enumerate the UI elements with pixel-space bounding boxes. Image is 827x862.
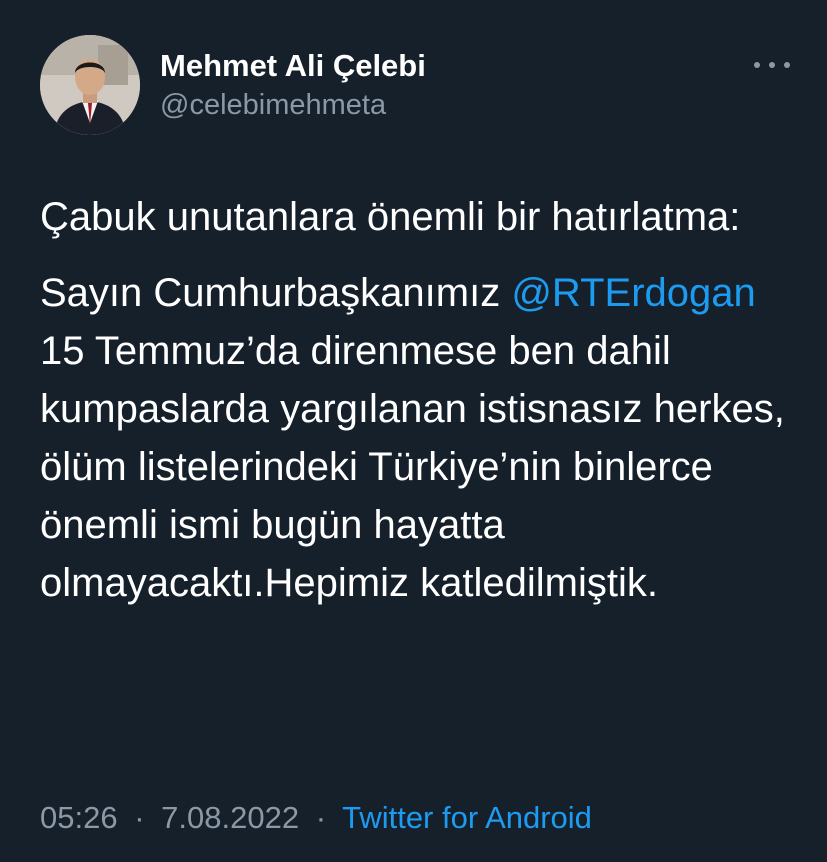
tweet-text-before-mention: Sayın Cumhurbaşkanımız	[40, 271, 512, 315]
more-dot	[769, 62, 775, 68]
more-dot	[784, 62, 790, 68]
meta-separator: ·	[134, 800, 145, 835]
user-names: Mehmet Ali Çelebi @celebimehmeta	[160, 47, 426, 123]
tweet-paragraph-2: Sayın Cumhurbaşkanımız @RTErdogan 15 Tem…	[40, 264, 800, 612]
tweet-text-after-mention: 15 Temmuz’da direnmese ben dahil kumpasl…	[40, 329, 785, 605]
tweet-text: Çabuk unutanlara önemli bir hatırlatma: …	[40, 188, 800, 612]
more-dot	[754, 62, 760, 68]
meta-separator: ·	[315, 800, 327, 835]
tweet-source-link[interactable]: Twitter for Android	[342, 800, 592, 835]
tweet-header: Mehmet Ali Çelebi @celebimehmeta	[40, 35, 790, 135]
display-name[interactable]: Mehmet Ali Çelebi	[160, 47, 426, 85]
tweet-date[interactable]: 7.08.2022	[161, 800, 299, 835]
tweet-time[interactable]: 05:26	[40, 800, 118, 835]
user-handle[interactable]: @celebimehmeta	[160, 87, 426, 123]
tweet-meta: 05:26 · 7.08.2022 · Twitter for Android	[40, 796, 592, 840]
more-horizontal-icon[interactable]	[754, 53, 790, 77]
profile-photo	[40, 35, 140, 135]
avatar[interactable]	[40, 35, 140, 135]
tweet-paragraph-1: Çabuk unutanlara önemli bir hatırlatma:	[40, 195, 741, 239]
mention-link[interactable]: @RTErdogan	[511, 271, 755, 315]
